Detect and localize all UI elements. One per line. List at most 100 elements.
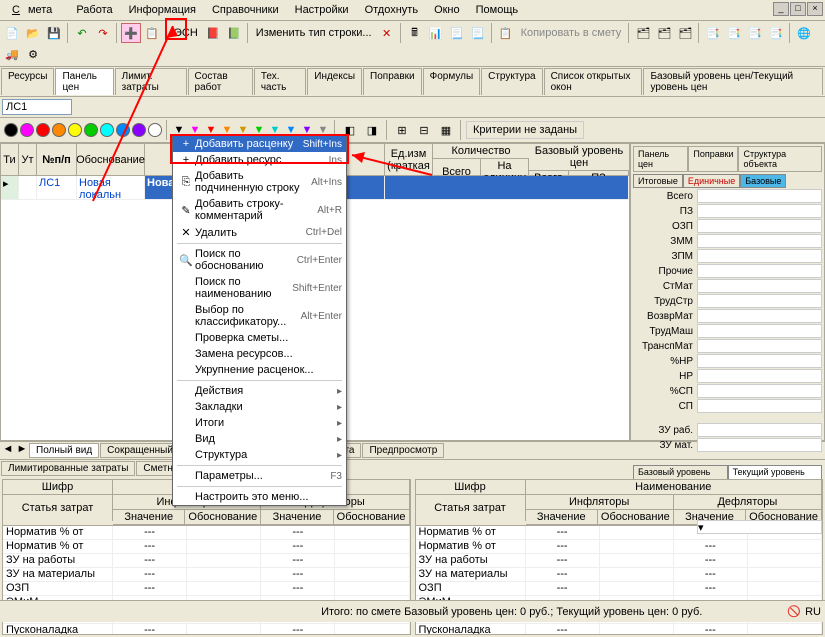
t5-icon[interactable]: 📑	[724, 23, 744, 43]
color-green[interactable]	[84, 123, 98, 137]
truck-icon[interactable]: 🚚	[2, 44, 22, 64]
tab-price-panel[interactable]: Панель цен	[55, 68, 113, 95]
t6-icon[interactable]: 📑	[745, 23, 765, 43]
ctx-item-15[interactable]: Итоги ▸	[173, 415, 346, 431]
ctx-item-16[interactable]: Вид ▸	[173, 431, 346, 447]
stab-limit[interactable]: Лимитированные затраты	[1, 461, 135, 476]
ctx-item-11[interactable]: Укрупнение расценок...	[173, 362, 346, 378]
save-icon[interactable]: 💾	[44, 23, 64, 43]
tab-struct[interactable]: Структура	[481, 68, 542, 95]
minimize-icon[interactable]: _	[773, 2, 789, 16]
ctx-item-9[interactable]: Проверка сметы...	[173, 330, 346, 346]
book-icon[interactable]: 📕	[203, 23, 223, 43]
menu-settings[interactable]: Настройки	[287, 2, 357, 18]
idx-row[interactable]: ОЗП --- ---	[416, 582, 823, 596]
sp-val-13[interactable]	[697, 384, 822, 398]
sp-val-10[interactable]	[697, 339, 822, 353]
idx-row[interactable]: ОЗП --- ---	[3, 582, 410, 596]
scroll-left-icon[interactable]: ◄	[1, 443, 15, 458]
color-red[interactable]	[36, 123, 50, 137]
tab-sostav[interactable]: Состав работ	[188, 68, 253, 95]
color-orange[interactable]	[52, 123, 66, 137]
tool-d[interactable]: ⊟	[414, 120, 434, 140]
book2-icon[interactable]: 📗	[224, 23, 244, 43]
sp-val-7[interactable]	[697, 294, 822, 308]
ctx-item-3[interactable]: ✎ Добавить строку-комментарий Alt+R	[173, 196, 346, 224]
ctx-item-14[interactable]: Закладки ▸	[173, 399, 346, 415]
tab-tech[interactable]: Тех. часть	[254, 68, 306, 95]
ctx-item-13[interactable]: Действия ▸	[173, 383, 346, 399]
color-blue[interactable]	[116, 123, 130, 137]
doc-icon[interactable]: 📃	[447, 23, 467, 43]
idx-row[interactable]: Пусконаладка --- ---	[416, 624, 823, 635]
idx-row[interactable]: ЗУ на работы --- ---	[3, 554, 410, 568]
gh-edizm[interactable]: Ед.изм (краткая	[385, 144, 433, 175]
new-icon[interactable]: 📄	[2, 23, 22, 43]
tool-e[interactable]: ▦	[436, 120, 456, 140]
tab-formulas[interactable]: Формулы	[423, 68, 481, 95]
menu-info[interactable]: Информация	[121, 2, 204, 18]
ctx-item-8[interactable]: Выбор по классификатору... Alt+Enter	[173, 302, 346, 330]
tab-limit[interactable]: Лимит. затраты	[115, 68, 187, 95]
ctx-item-0[interactable]: + Добавить расценку Shift+Ins	[173, 136, 346, 152]
sp-sub-edin[interactable]: Единичные	[683, 174, 740, 188]
sp-val-12[interactable]	[697, 369, 822, 383]
close-icon[interactable]: ×	[807, 2, 823, 16]
add-row-icon[interactable]: ➕	[121, 23, 141, 43]
sp-val-0[interactable]	[697, 189, 822, 203]
redo-icon[interactable]: ↷	[93, 23, 113, 43]
copy-icon[interactable]: 📋	[496, 23, 516, 43]
calc-icon[interactable]: 🖩	[405, 23, 425, 43]
sp-tab-price[interactable]: Панель цен	[633, 146, 688, 171]
sp-sub-baz[interactable]: Базовые	[740, 174, 786, 188]
menu-sprav[interactable]: Справочники	[204, 2, 287, 18]
vtab-preview[interactable]: Предпросмотр	[362, 443, 444, 458]
sp-val-4[interactable]	[697, 249, 822, 263]
doc2-icon[interactable]: 📃	[468, 23, 488, 43]
gh-obosn[interactable]: Обоснование	[77, 144, 145, 175]
world-icon[interactable]: 🌐	[794, 23, 814, 43]
copy-smeta-label[interactable]: Копировать в смету	[517, 25, 626, 41]
color-cyan[interactable]	[100, 123, 114, 137]
gh-ti[interactable]: Ти	[1, 144, 19, 175]
ctx-item-19[interactable]: Параметры... F3	[173, 468, 346, 484]
idx-row[interactable]: ЗУ на материалы --- ---	[3, 568, 410, 582]
ctx-item-17[interactable]: Структура ▸	[173, 447, 346, 463]
idx-row[interactable]: Норматив % от ФОТ СП --- ---	[3, 540, 410, 554]
sp-tiprab-val[interactable]: ▾	[697, 520, 822, 534]
ih-shifr[interactable]: Шифр	[3, 480, 113, 494]
sp-val-9[interactable]	[697, 324, 822, 338]
delete-icon[interactable]: ✕	[377, 23, 397, 43]
row-obosn[interactable]: Новая локальн	[77, 176, 145, 199]
t4-icon[interactable]: 📑	[703, 23, 723, 43]
row-num[interactable]: ЛС1	[37, 176, 77, 199]
color-yellow[interactable]	[68, 123, 82, 137]
add-child-icon[interactable]: 📋	[142, 23, 162, 43]
menu-window[interactable]: Окно	[426, 2, 468, 18]
sp-val-3[interactable]	[697, 234, 822, 248]
path-input[interactable]: ЛС1	[2, 99, 72, 115]
tool-b[interactable]: ◨	[362, 120, 382, 140]
sp2-val-1[interactable]	[697, 438, 822, 452]
tab-windows[interactable]: Список открытых окон	[544, 68, 643, 95]
gh-ut[interactable]: Ут	[19, 144, 37, 175]
open-icon[interactable]: 📂	[23, 23, 43, 43]
ctx-item-4[interactable]: ✕ Удалить Ctrl+Del	[173, 224, 346, 241]
ctx-item-1[interactable]: + Добавить ресурс Ins	[173, 152, 346, 168]
undo-icon[interactable]: ↶	[72, 23, 92, 43]
ih-stat[interactable]: Статья затрат	[3, 495, 113, 521]
sp-val-2[interactable]	[697, 219, 822, 233]
gh-baz[interactable]: Базовый уровень цен	[529, 144, 629, 171]
tab-popravki[interactable]: Поправки	[363, 68, 422, 95]
tab-resources[interactable]: Ресурсы	[1, 68, 54, 95]
ctx-item-21[interactable]: Настроить это меню...	[173, 489, 346, 505]
tab-indexes[interactable]: Индексы	[307, 68, 362, 95]
idx-row[interactable]: ЗУ на материалы --- ---	[416, 568, 823, 582]
maximize-icon[interactable]: □	[790, 2, 806, 16]
chart-icon[interactable]: 📊	[426, 23, 446, 43]
vtab-full[interactable]: Полный вид	[29, 443, 99, 458]
lang-indicator[interactable]: RU	[805, 606, 821, 618]
menu-rest[interactable]: Отдохнуть	[357, 2, 427, 18]
idx-row[interactable]: ЗУ на работы --- ---	[416, 554, 823, 568]
ih-shifr-r[interactable]: Шифр	[416, 480, 526, 494]
